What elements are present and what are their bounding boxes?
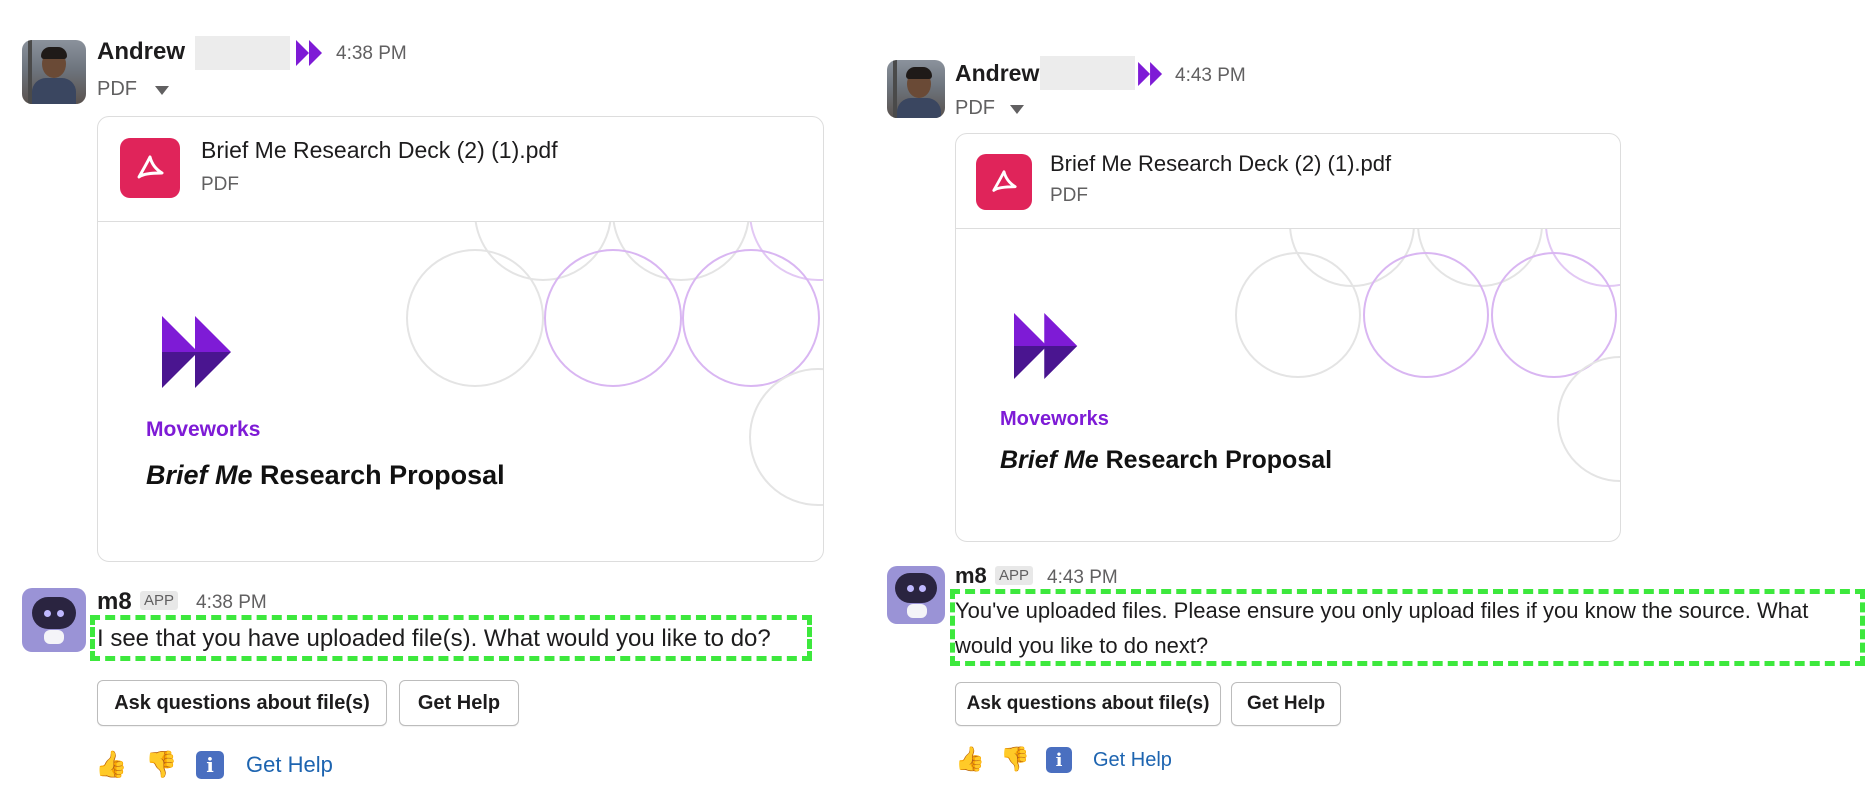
file-card-header[interactable]: Brief Me Research Deck (2) (1).pdf PDF <box>956 134 1620 229</box>
moveworks-logo-icon <box>1014 313 1078 379</box>
thumbs-up-icon[interactable]: 👍 <box>955 745 985 775</box>
bot-avatar[interactable] <box>22 588 86 652</box>
file-title[interactable]: Brief Me Research Deck (2) (1).pdf <box>201 137 558 164</box>
author-name[interactable]: Andrew <box>955 60 1039 87</box>
highlight-box <box>90 615 812 661</box>
message-timestamp[interactable]: 4:43 PM <box>1047 567 1118 589</box>
chevron-down-icon[interactable] <box>155 86 169 95</box>
preview-title-emphasis: Brief Me <box>1000 446 1099 474</box>
redacted-name <box>195 36 290 70</box>
app-badge: APP <box>140 591 179 610</box>
file-type: PDF <box>1050 185 1088 206</box>
preview-title: Brief Me Research Proposal <box>1000 446 1332 475</box>
user-avatar[interactable] <box>887 60 945 118</box>
chevron-down-icon[interactable] <box>1010 105 1024 114</box>
bot-name[interactable]: m8 <box>97 588 132 616</box>
get-help-link[interactable]: Get Help <box>246 752 333 778</box>
file-title[interactable]: Brief Me Research Deck (2) (1).pdf <box>1050 151 1391 177</box>
pdf-file-icon <box>976 154 1032 210</box>
get-help-link[interactable]: Get Help <box>1093 749 1172 772</box>
thumbs-down-icon[interactable]: 👎 <box>145 749 177 779</box>
ask-questions-button[interactable]: Ask questions about file(s) <box>955 682 1221 726</box>
thumbs-down-icon[interactable]: 👎 <box>1000 745 1030 775</box>
file-preview[interactable]: Moveworks Brief Me Research Proposal <box>956 229 1620 541</box>
preview-title-emphasis: Brief Me <box>146 460 253 490</box>
info-icon[interactable]: i <box>196 751 224 779</box>
file-attachment-card[interactable]: Brief Me Research Deck (2) (1).pdf PDF M… <box>955 133 1621 542</box>
ask-questions-button[interactable]: Ask questions about file(s) <box>97 680 387 726</box>
right-conversation: Andrew 4:43 PM PDF Brief Me Research Dec… <box>870 0 1875 800</box>
decorative-circles <box>1235 229 1620 482</box>
preview-brand: Moveworks <box>1000 408 1109 430</box>
attachment-type-label[interactable]: PDF <box>97 78 137 101</box>
user-avatar[interactable] <box>22 40 86 104</box>
message-timestamp[interactable]: 4:38 PM <box>336 43 407 65</box>
preview-title-rest: Research Proposal <box>1098 446 1333 474</box>
redacted-name <box>1040 56 1135 90</box>
pdf-file-icon <box>120 138 180 198</box>
file-attachment-card[interactable]: Brief Me Research Deck (2) (1).pdf PDF M… <box>97 116 824 562</box>
attachment-type-label[interactable]: PDF <box>955 97 995 120</box>
file-type: PDF <box>201 174 239 195</box>
left-conversation: Andrew 4:38 PM PDF Brief Me Research Dec… <box>0 0 860 800</box>
message-timestamp[interactable]: 4:38 PM <box>196 592 267 614</box>
moveworks-status-icon <box>296 40 322 66</box>
preview-title-rest: Research Proposal <box>252 460 505 490</box>
author-name[interactable]: Andrew <box>97 38 185 66</box>
decorative-circles <box>406 222 823 506</box>
preview-title: Brief Me Research Proposal <box>146 460 505 491</box>
info-icon[interactable]: i <box>1046 747 1072 773</box>
moveworks-logo-icon <box>162 316 231 388</box>
bot-avatar[interactable] <box>887 566 945 624</box>
message-timestamp[interactable]: 4:43 PM <box>1175 65 1246 87</box>
highlight-box <box>950 589 1865 666</box>
app-badge: APP <box>995 566 1034 585</box>
preview-brand: Moveworks <box>146 418 261 441</box>
get-help-button[interactable]: Get Help <box>399 680 519 726</box>
thumbs-up-icon[interactable]: 👍 <box>95 749 127 779</box>
file-preview[interactable]: Moveworks Brief Me Research Proposal <box>98 222 823 561</box>
get-help-button[interactable]: Get Help <box>1231 682 1341 726</box>
bot-name[interactable]: m8 <box>955 563 987 589</box>
moveworks-status-icon <box>1138 62 1163 86</box>
file-card-header[interactable]: Brief Me Research Deck (2) (1).pdf PDF <box>98 117 823 222</box>
